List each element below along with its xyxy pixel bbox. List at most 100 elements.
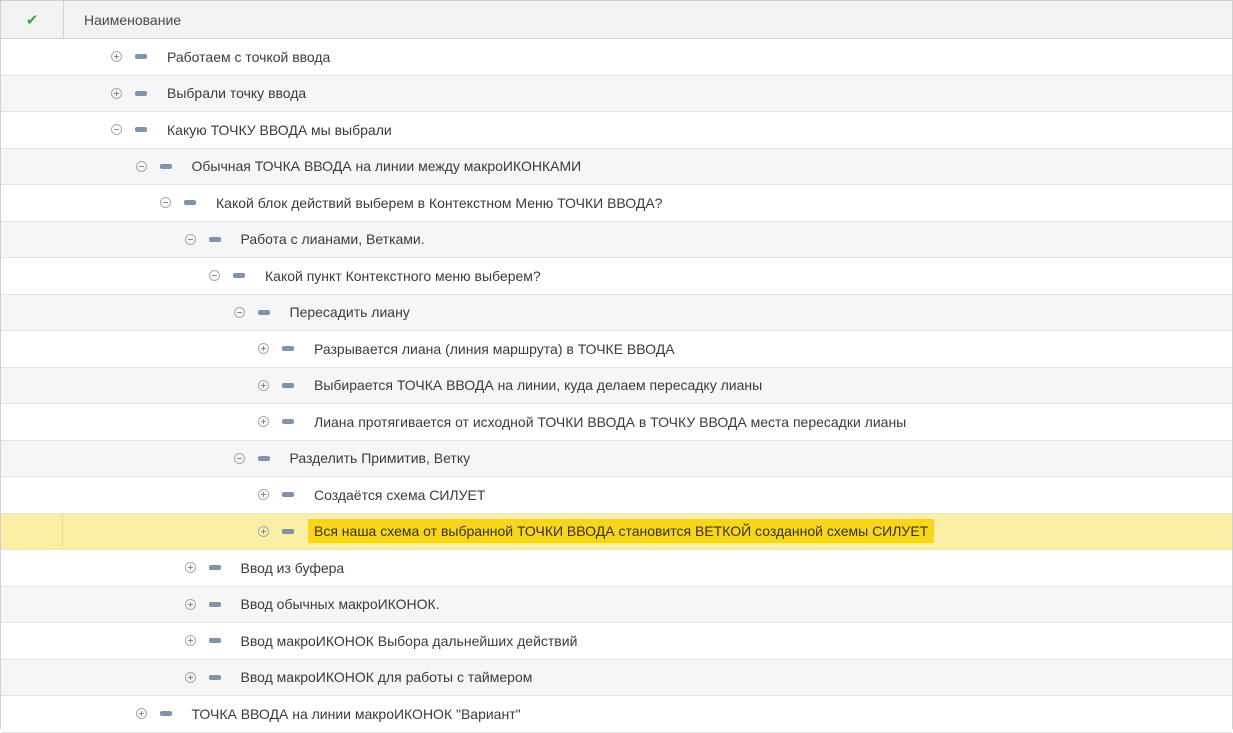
row-check-cell[interactable] (1, 76, 63, 112)
row-check-cell[interactable] (1, 112, 63, 148)
tree-row[interactable]: Выбрали точку ввода (1, 75, 1232, 112)
node-marker-icon (282, 346, 294, 352)
row-check-cell[interactable] (1, 258, 63, 294)
row-name-cell: Какой блок действий выберем в Контекстно… (63, 185, 662, 221)
expand-icon[interactable] (111, 51, 122, 63)
row-check-cell[interactable] (1, 149, 63, 185)
row-check-cell[interactable] (1, 587, 63, 623)
tree-row[interactable]: Лиана протягивается от исходной ТОЧКИ ВВ… (1, 404, 1232, 441)
row-name-cell: Какую ТОЧКУ ВВОДА мы выбрали (63, 112, 392, 148)
node-marker-icon (208, 565, 221, 571)
row-check-cell[interactable] (1, 295, 63, 331)
tree-row[interactable]: Ввод из буфера (1, 550, 1232, 587)
tree-row[interactable]: Какой блок действий выберем в Контекстно… (1, 185, 1232, 222)
row-label: Работаем с точкой ввода (167, 48, 331, 65)
row-name-cell: Выбрали точку ввода (63, 76, 306, 112)
row-check-cell[interactable] (1, 441, 63, 477)
row-name-cell: Ввод обычных макроИКОНОК. (63, 587, 440, 623)
row-check-cell[interactable] (1, 368, 63, 404)
tree-row[interactable]: Какую ТОЧКУ ВВОДА мы выбрали (1, 112, 1232, 149)
node-marker-icon (282, 382, 294, 388)
name-column-label: Наименование (84, 11, 182, 28)
tree-row[interactable]: Ввод макроИКОНОК для работы с таймером (1, 659, 1232, 696)
tree-row[interactable]: Разделить Примитив, Ветку (1, 440, 1232, 477)
node-marker-icon (159, 163, 172, 169)
row-label: Ввод макроИКОНОК Выбора дальнейших дейст… (240, 632, 578, 649)
row-label: Ввод из буфера (240, 559, 345, 576)
node-marker-icon (135, 127, 147, 133)
tree-row[interactable]: Вся наша схема от выбранной ТОЧКИ ВВОДА … (1, 513, 1232, 550)
row-name-cell: Ввод макроИКОНОК Выбора дальнейших дейст… (63, 623, 577, 659)
row-check-cell[interactable] (1, 404, 63, 440)
row-name-cell: Создаётся схема СИЛУЕТ (63, 477, 485, 513)
expand-icon[interactable] (258, 525, 269, 537)
row-name-cell: Ввод из буфера (63, 550, 344, 586)
tree-row[interactable]: Ввод макроИКОНОК Выбора дальнейших дейст… (1, 623, 1232, 660)
row-check-cell[interactable] (1, 550, 63, 586)
expand-icon[interactable] (135, 708, 147, 720)
row-check-cell[interactable] (1, 331, 63, 367)
expand-icon[interactable] (184, 562, 196, 574)
name-column-header[interactable]: Наименование (64, 1, 181, 38)
row-name-cell: Пересадить лиану (63, 295, 410, 331)
node-marker-icon (159, 711, 172, 717)
tree-row[interactable]: Обычная ТОЧКА ВВОДА на линии между макро… (1, 148, 1232, 185)
row-name-cell: Работаем с точкой ввода (63, 39, 330, 75)
node-marker-icon (208, 601, 221, 607)
expand-icon[interactable] (184, 598, 196, 610)
tree-row[interactable]: Ввод обычных макроИКОНОК. (1, 586, 1232, 623)
row-label: Вся наша схема от выбранной ТОЧКИ ВВОДА … (308, 519, 935, 544)
node-marker-icon (184, 200, 196, 206)
tree-row[interactable]: Работаем с точкой ввода (1, 39, 1232, 76)
row-label: Создаётся схема СИЛУЕТ (314, 486, 486, 503)
tree-row[interactable]: Создаётся схема СИЛУЕТ (1, 477, 1232, 514)
expand-icon[interactable] (184, 635, 196, 647)
collapse-icon[interactable] (233, 452, 245, 464)
row-name-cell: Разделить Примитив, Ветку (63, 441, 470, 477)
expand-icon[interactable] (258, 379, 269, 391)
node-marker-icon (257, 455, 270, 461)
node-marker-icon (282, 492, 294, 498)
tree-row[interactable]: Выбирается ТОЧКА ВВОДА на линии, куда де… (1, 367, 1232, 404)
tree-row[interactable]: Работа с лианами, Ветками. (1, 221, 1232, 258)
expand-icon[interactable] (258, 416, 269, 428)
expand-icon[interactable] (111, 87, 122, 99)
row-name-cell: Выбирается ТОЧКА ВВОДА на линии, куда де… (63, 368, 762, 404)
tree-row[interactable]: Какой пункт Контекстного меню выберем? (1, 258, 1232, 295)
row-check-cell[interactable] (1, 513, 63, 549)
collapse-icon[interactable] (160, 197, 171, 209)
collapse-icon[interactable] (184, 233, 196, 245)
expand-icon[interactable] (184, 671, 196, 683)
collapse-icon[interactable] (233, 306, 245, 318)
row-check-cell[interactable] (1, 39, 63, 75)
row-label: Какую ТОЧКУ ВВОДА мы выбрали (167, 121, 392, 138)
row-label: Какой блок действий выберем в Контекстно… (216, 194, 663, 211)
collapse-icon[interactable] (111, 124, 122, 136)
row-label: Лиана протягивается от исходной ТОЧКИ ВВ… (314, 413, 907, 430)
tree-row[interactable]: Пересадить лиану (1, 294, 1232, 331)
row-name-cell: Работа с лианами, Ветками. (63, 222, 425, 258)
expand-icon[interactable] (258, 489, 269, 501)
tree-row[interactable]: ТОЧКА ВВОДА на линии макроИКОНОК "Вариан… (1, 696, 1232, 733)
row-label: Пересадить лиану (289, 304, 410, 321)
collapse-icon[interactable] (135, 160, 147, 172)
row-check-cell[interactable] (1, 696, 63, 732)
row-check-cell[interactable] (1, 477, 63, 513)
collapse-icon[interactable] (209, 270, 220, 282)
expand-icon[interactable] (258, 343, 269, 355)
tree-grid: ✔ Наименование Работаем с точкой ввода Вы… (0, 0, 1233, 733)
row-name-cell: Ввод макроИКОНОК для работы с таймером (63, 660, 532, 696)
check-column-header[interactable]: ✔ (1, 1, 64, 38)
row-label: Работа с лианами, Ветками. (240, 231, 425, 248)
row-label: Выбрали точку ввода (167, 85, 307, 102)
tree-row[interactable]: Разрывается лиана (линия маршрута) в ТОЧ… (1, 331, 1232, 368)
row-label: Выбирается ТОЧКА ВВОДА на линии, куда де… (314, 377, 763, 394)
node-marker-icon (135, 90, 147, 96)
row-label: Ввод макроИКОНОК для работы с таймером (240, 669, 533, 686)
row-check-cell[interactable] (1, 185, 63, 221)
row-check-cell[interactable] (1, 623, 63, 659)
grid-header: ✔ Наименование (1, 1, 1232, 39)
row-check-cell[interactable] (1, 222, 63, 258)
row-name-cell: Разрывается лиана (линия маршрута) в ТОЧ… (63, 331, 675, 367)
row-check-cell[interactable] (1, 660, 63, 696)
